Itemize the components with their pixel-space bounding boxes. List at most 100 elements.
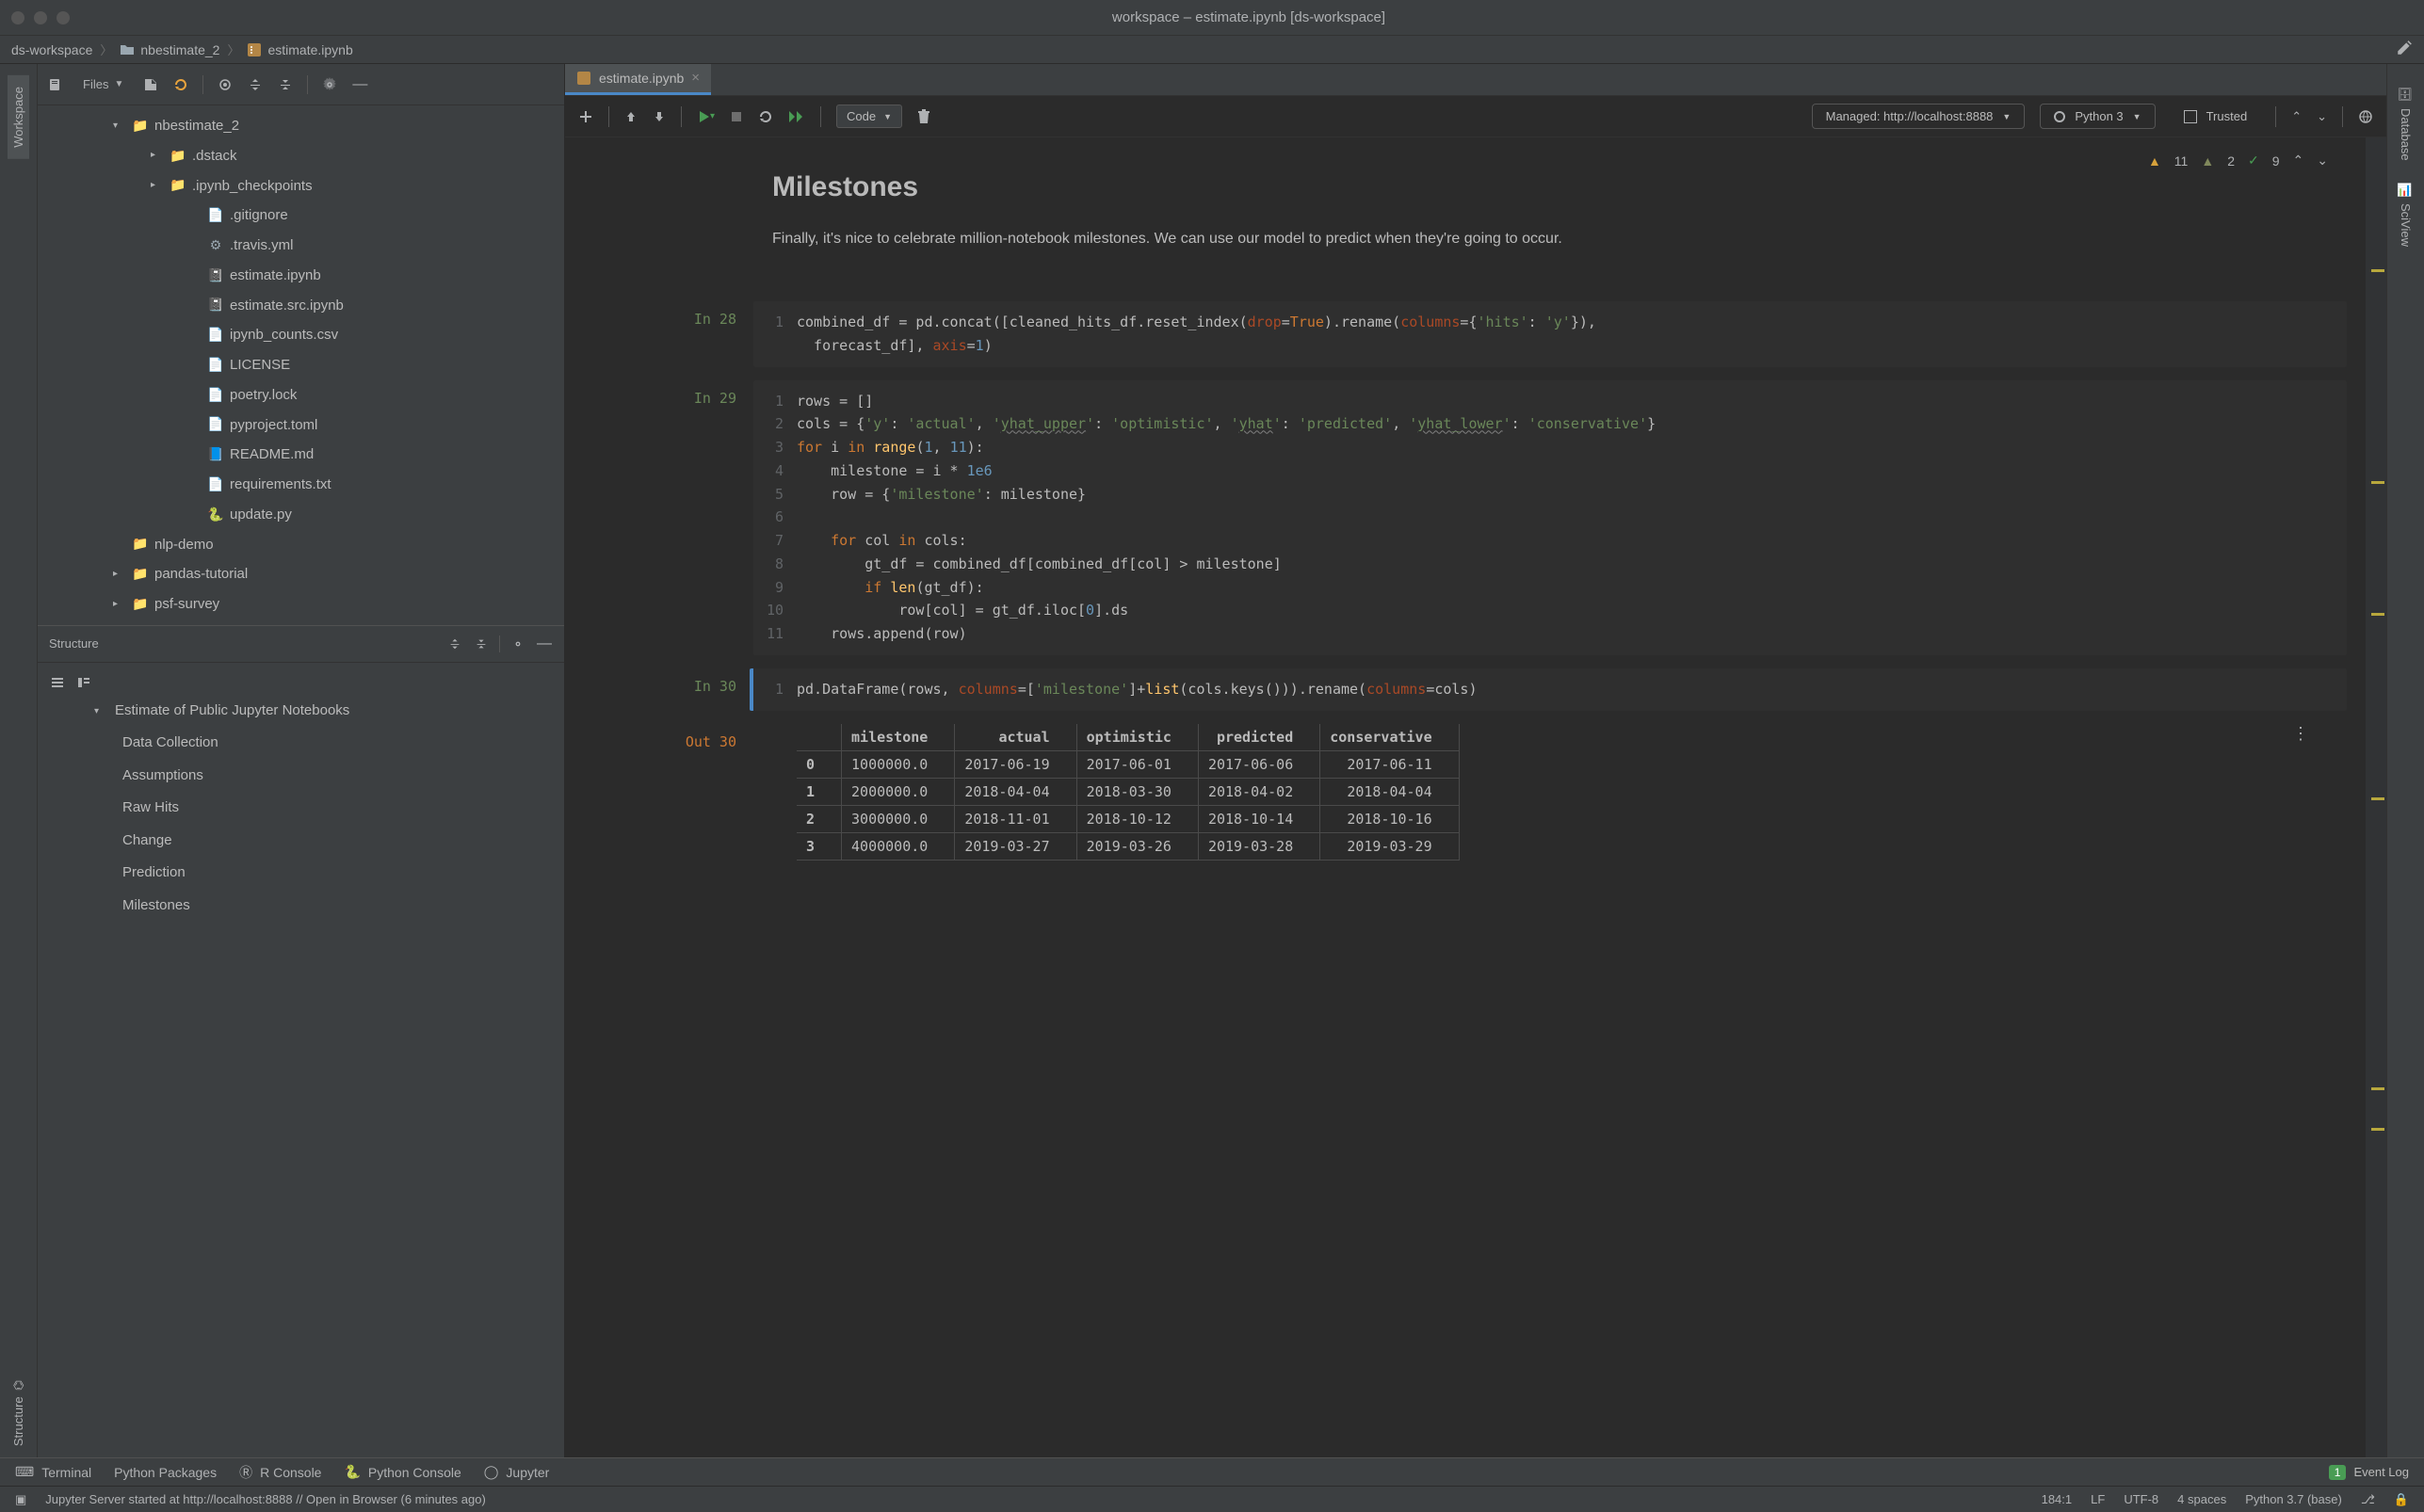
expand-all-icon[interactable]	[446, 635, 463, 652]
folder-icon: 📁	[170, 148, 186, 165]
table-header: actual	[955, 724, 1076, 751]
files-scope-dropdown[interactable]: Files ▼	[77, 74, 129, 94]
sciview-tool-tab[interactable]: 📊 SciView	[2395, 171, 2416, 258]
collapse-up-icon[interactable]: ⌃	[2291, 109, 2302, 124]
tree-folder[interactable]: ▸📁psf-survey	[38, 589, 564, 619]
tree-folder[interactable]: ▸📁.dstack	[38, 141, 564, 171]
database-tool-tab[interactable]: 🗄 Database	[2395, 75, 2416, 171]
collapse-all-icon[interactable]	[473, 635, 490, 652]
add-cell-button[interactable]	[578, 109, 593, 124]
encoding[interactable]: UTF-8	[2124, 1492, 2158, 1506]
run-cell-button[interactable]: ▾	[697, 109, 715, 124]
editor-tab[interactable]: estimate.ipynb ×	[565, 64, 711, 95]
trusted-toggle[interactable]: Trusted	[2171, 105, 2261, 128]
structure-tool-tab[interactable]: Structure ⌬	[8, 1369, 29, 1457]
tree-label: requirements.txt	[230, 472, 331, 498]
event-count-badge: 1	[2329, 1465, 2347, 1480]
tree-file[interactable]: 📄poetry.lock	[38, 380, 564, 410]
edit-breadcrumb-icon[interactable]	[2396, 40, 2413, 59]
chevron-right-icon: ▸	[113, 566, 126, 584]
minimize-window-button[interactable]	[34, 11, 47, 24]
tree-folder[interactable]: 📁nlp-demo	[38, 530, 564, 560]
tree-folder[interactable]: ▸📁.ipynb_checkpoints	[38, 171, 564, 201]
jupyter-icon: ◯	[484, 1464, 499, 1480]
cell-type-select[interactable]: Code ▼	[836, 105, 902, 128]
expand-all-icon[interactable]	[247, 76, 264, 93]
gear-icon[interactable]	[321, 76, 338, 93]
struct-mode-2-icon[interactable]	[75, 674, 92, 691]
restart-kernel-button[interactable]	[758, 109, 773, 124]
structure-item[interactable]: Assumptions	[38, 760, 564, 793]
move-up-button[interactable]	[624, 110, 638, 123]
open-browser-icon[interactable]	[2358, 109, 2373, 124]
managed-server-dropdown[interactable]: Managed: http://localhost:8888 ▼	[1812, 104, 2026, 129]
breadcrumb-file[interactable]: estimate.ipynb	[247, 42, 352, 57]
breadcrumb-root[interactable]: ds-workspace	[11, 42, 92, 57]
minimize-panel-icon[interactable]: —	[351, 76, 368, 93]
python-console-tab[interactable]: 🐍Python Console	[344, 1464, 461, 1480]
chevron-down-icon[interactable]: ⌄	[2317, 153, 2328, 169]
stop-button[interactable]	[730, 110, 743, 123]
kernel-dropdown[interactable]: Python 3 ▼	[2040, 104, 2155, 129]
structure-tree[interactable]: ▾ Estimate of Public Jupyter Notebooks D…	[38, 663, 564, 930]
refresh-icon[interactable]	[172, 76, 189, 93]
tree-file[interactable]: 📄LICENSE	[38, 350, 564, 380]
structure-item[interactable]: Raw Hits	[38, 792, 564, 825]
editor-minimap[interactable]	[2366, 137, 2386, 1457]
move-down-button[interactable]	[653, 110, 666, 123]
folder-icon: 📁	[132, 566, 149, 583]
structure-item[interactable]: Milestones	[38, 890, 564, 923]
expand-down-icon[interactable]: ⌄	[2317, 109, 2327, 124]
problems-summary[interactable]: ▲11 ▲2 ✓9 ⌃ ⌄	[2148, 153, 2328, 169]
tree-folder-root[interactable]: ▾ 📁 nbestimate_2	[38, 111, 564, 141]
tree-file[interactable]: 📘README.md	[38, 440, 564, 470]
git-branch-icon[interactable]: ⎇	[2361, 1492, 2375, 1507]
tree-file[interactable]: ⚙.travis.yml	[38, 231, 564, 261]
structure-item[interactable]: Data Collection	[38, 727, 564, 760]
breadcrumb-dir[interactable]: nbestimate_2	[120, 42, 219, 57]
terminal-tab[interactable]: ⌨Terminal	[15, 1464, 91, 1480]
tree-file[interactable]: 📓estimate.src.ipynb	[38, 291, 564, 321]
python-packages-tab[interactable]: Python Packages	[114, 1465, 217, 1480]
gear-icon[interactable]	[509, 635, 526, 652]
collapse-all-icon[interactable]	[277, 76, 294, 93]
tree-file[interactable]: 🐍update.py	[38, 500, 564, 530]
structure-root[interactable]: ▾ Estimate of Public Jupyter Notebooks	[38, 695, 564, 728]
tree-file[interactable]: 📄ipynb_counts.csv	[38, 320, 564, 350]
project-tree[interactable]: ▾ 📁 nbestimate_2 ▸📁.dstack▸📁.ipynb_check…	[38, 105, 564, 625]
indent-setting[interactable]: 4 spaces	[2177, 1492, 2226, 1506]
status-message[interactable]: Jupyter Server started at http://localho…	[45, 1492, 486, 1506]
lock-icon[interactable]: 🔒	[2394, 1492, 2409, 1507]
run-all-button[interactable]	[788, 110, 805, 123]
tree-file[interactable]: 📄.gitignore	[38, 201, 564, 231]
structure-item[interactable]: Change	[38, 825, 564, 858]
close-window-button[interactable]	[11, 11, 24, 24]
delete-cell-button[interactable]	[917, 109, 930, 124]
cursor-position[interactable]: 184:1	[2042, 1492, 2073, 1506]
interpreter[interactable]: Python 3.7 (base)	[2245, 1492, 2342, 1506]
structure-item[interactable]: Prediction	[38, 857, 564, 890]
code-cell[interactable]: In 28 1combined_df = pd.concat([cleaned_…	[584, 301, 2347, 367]
new-file-icon[interactable]	[142, 76, 159, 93]
struct-mode-1-icon[interactable]	[49, 674, 66, 691]
target-icon[interactable]	[217, 76, 234, 93]
jupyter-tab[interactable]: ◯Jupyter	[484, 1464, 550, 1480]
output-more-icon[interactable]: ⋮	[2292, 724, 2309, 744]
cell-out-label: Out 30	[686, 733, 736, 750]
r-console-tab[interactable]: ⓇR Console	[239, 1463, 321, 1482]
maximize-window-button[interactable]	[57, 11, 70, 24]
tree-file[interactable]: 📓estimate.ipynb	[38, 261, 564, 291]
line-ending[interactable]: LF	[2091, 1492, 2105, 1506]
close-tab-icon[interactable]: ×	[691, 70, 700, 86]
code-cell-active[interactable]: In 30 1pd.DataFrame(rows, columns=['mile…	[584, 668, 2347, 711]
workspace-tool-tab[interactable]: Workspace	[8, 75, 29, 159]
tree-folder[interactable]: ▸📁pandas-tutorial	[38, 559, 564, 589]
chevron-up-icon[interactable]: ⌃	[2293, 153, 2304, 169]
tree-file[interactable]: 📄pyproject.toml	[38, 410, 564, 441]
event-log-tab[interactable]: 1 Event Log	[2329, 1465, 2409, 1480]
tree-file[interactable]: 📄requirements.txt	[38, 470, 564, 500]
table-row: 01000000.02017-06-192017-06-012017-06-06…	[797, 750, 1459, 778]
code-cell[interactable]: In 29 1rows = [] 2cols = {'y': 'actual',…	[584, 380, 2347, 655]
minimize-panel-icon[interactable]: —	[536, 635, 553, 652]
notebook-body[interactable]: ▲11 ▲2 ✓9 ⌃ ⌄ Milestones Finally, it's n…	[565, 137, 2366, 1457]
